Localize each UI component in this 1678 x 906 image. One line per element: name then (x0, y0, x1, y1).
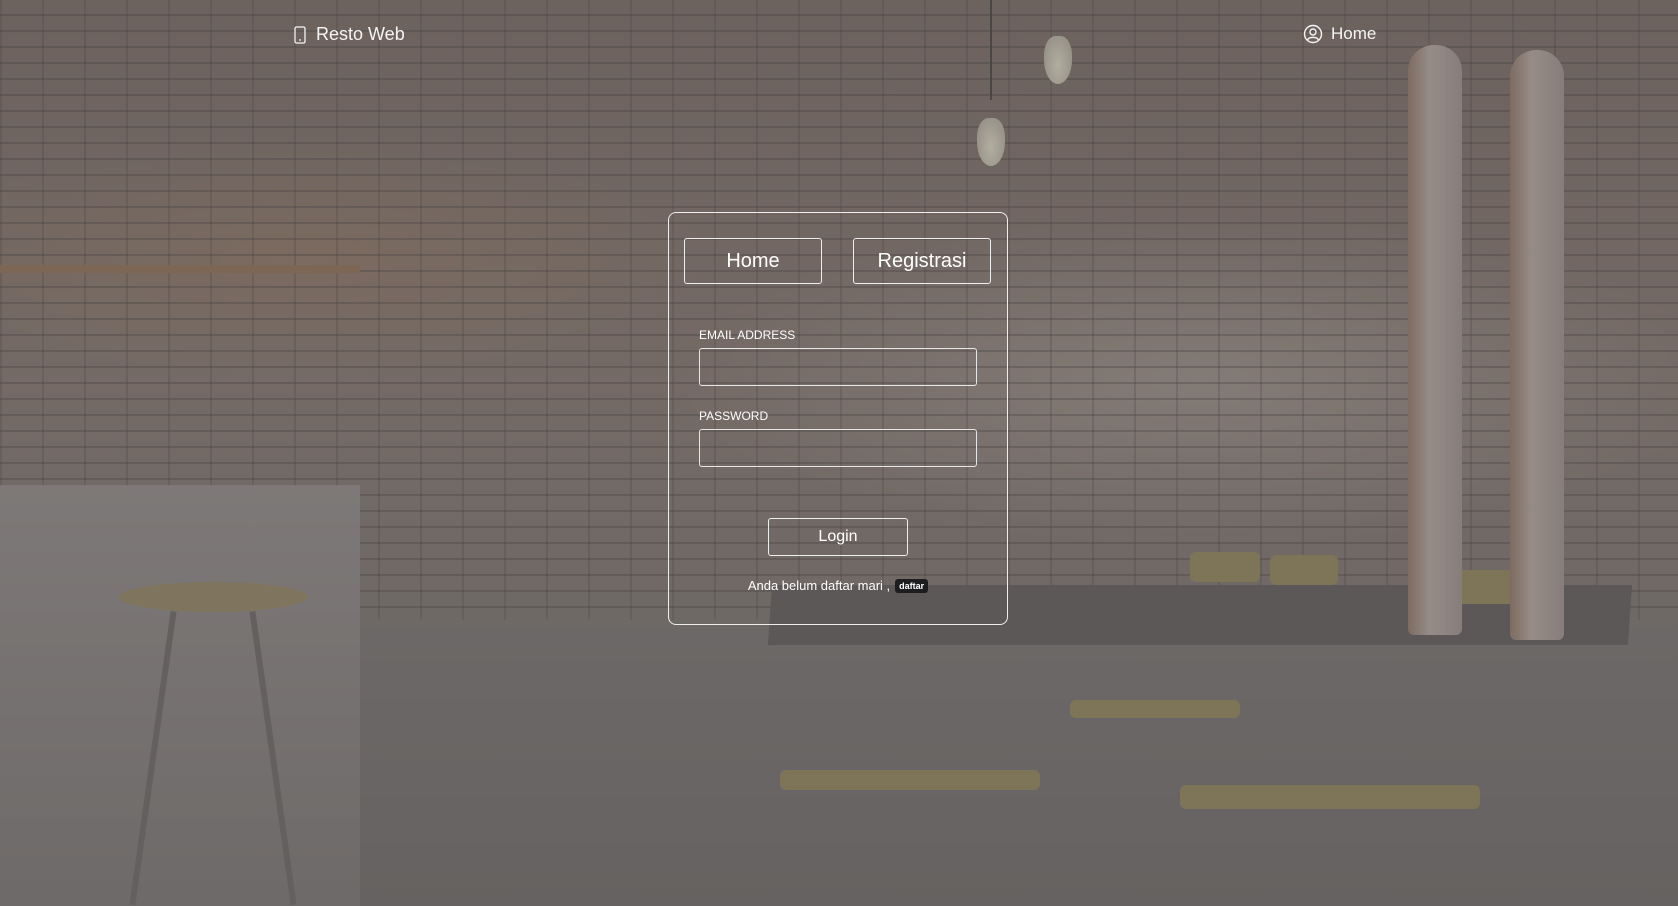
daftar-link[interactable]: daftar (895, 578, 929, 593)
email-label: EMAIL ADDRESS (699, 328, 796, 342)
brand-label: Resto Web (316, 24, 405, 44)
brand-link[interactable]: Resto Web (294, 24, 405, 45)
register-prompt-text: Anda belum daftar mari , (747, 578, 891, 593)
password-label: PASSWORD (699, 409, 769, 423)
user-circle-icon (1303, 24, 1323, 44)
email-field[interactable] (699, 348, 977, 386)
tab-registrasi-button[interactable]: Registrasi (853, 238, 991, 284)
phone-icon (294, 25, 306, 44)
nav-home-link[interactable]: Home (1303, 24, 1376, 44)
login-card: Home Registrasi EMAIL ADDRESS PASSWORD L… (668, 212, 1008, 625)
nav-home-label: Home (1331, 24, 1377, 43)
password-field[interactable] (699, 429, 977, 467)
register-prompt-line: Anda belum daftar mari , daftar (669, 578, 1007, 593)
login-button[interactable]: Login (768, 518, 908, 556)
tab-home-button[interactable]: Home (684, 238, 822, 284)
